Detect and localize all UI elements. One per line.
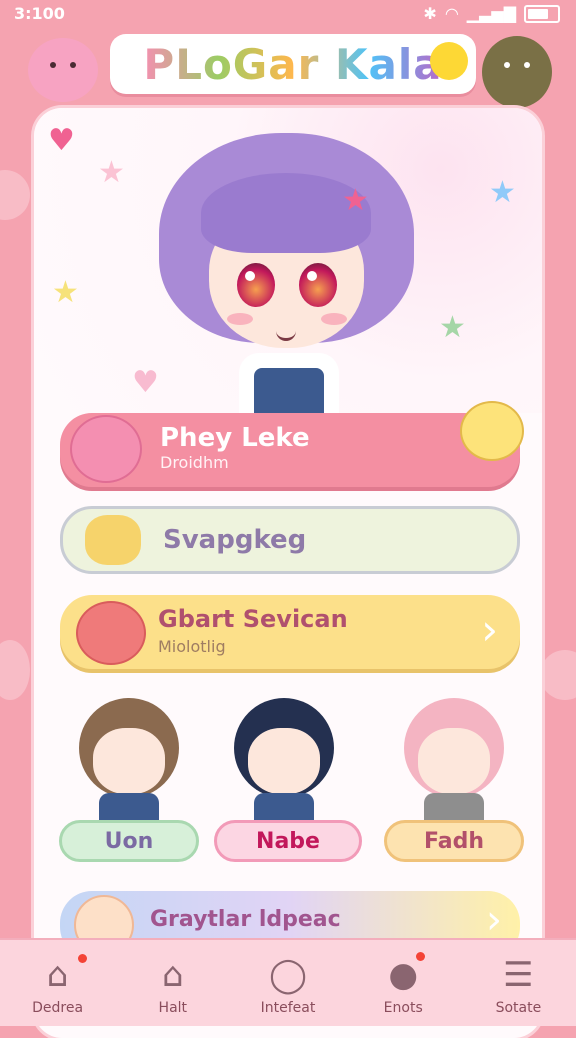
character-name-chip[interactable]: Fadh: [384, 820, 524, 862]
player-avatar: ★: [159, 113, 414, 423]
signal-icon: ▁▃▅▇: [466, 4, 516, 23]
tab-label: Dedrea: [32, 1000, 84, 1016]
profile-subtitle: Droidhm: [160, 453, 229, 472]
tab-home[interactable]: ⌂ Dedrea: [0, 940, 115, 1026]
status-icons: ✱ ◠ ▁▃▅▇: [423, 4, 560, 23]
character-name: Fadh: [424, 828, 484, 854]
profile-name: Phey Leke: [160, 423, 310, 453]
wifi-icon: ◠: [444, 4, 459, 23]
star-icon: ★: [489, 175, 516, 210]
character-face: [418, 728, 490, 794]
tab-enots[interactable]: ● Enots: [346, 940, 461, 1026]
bottom-tab-bar: ⌂ Dedrea ⌂ Halt ◯ Intefeat ● Enots ☰ Sot…: [0, 938, 576, 1026]
tab-label: Halt: [158, 1000, 188, 1016]
bg-bubble: [0, 170, 30, 220]
app-title: PLoGar Kala: [143, 39, 443, 89]
pink-cat-icon: [70, 415, 142, 483]
avatar-eye-left: [237, 263, 275, 307]
tab-intefeat[interactable]: ◯ Intefeat: [230, 940, 345, 1026]
character-name-chip[interactable]: Nabe: [214, 820, 362, 862]
character-name: Nabe: [256, 828, 320, 854]
star-icon: ★: [439, 310, 466, 345]
character-name-chip[interactable]: Uon: [59, 820, 199, 862]
gallery-label: Graytlar ldpeac: [150, 907, 341, 932]
chevron-right-icon: ›: [481, 605, 498, 654]
character-body: [99, 793, 159, 823]
notification-dot: [415, 952, 425, 961]
menu-icon: ☰: [503, 955, 534, 995]
start-row[interactable]: Gbart Sevican Miolotlig ›: [60, 595, 520, 669]
hero-area: ♥ ★ ★ ★ ★ ♥ ★: [34, 108, 542, 423]
heart-icon: ♥: [48, 123, 75, 158]
tab-label: Sotate: [495, 1000, 542, 1016]
status-bar: 3:100 ✱ ◠ ▁▃▅▇: [0, 0, 576, 30]
chevron-right-icon: ›: [486, 897, 502, 943]
brown-bear-mascot: [482, 36, 552, 108]
character-card[interactable]: Uon: [59, 698, 199, 878]
star-icon: ★: [98, 155, 125, 190]
avatar-eye-right: [299, 263, 337, 307]
tab-label: Intefeat: [260, 1000, 316, 1016]
avatar-blush: [227, 313, 253, 325]
character-name: Uon: [104, 828, 154, 854]
app-title-banner: PLoGar Kala: [110, 34, 476, 94]
search-label: Svapgkeg: [163, 525, 307, 555]
bluetooth-icon: ✱: [423, 4, 437, 23]
avatar-blush: [321, 313, 347, 325]
main-card: ♥ ★ ★ ★ ★ ♥ ★ Phey Leke Droidhm Svapgkeg…: [34, 108, 542, 1038]
star-icon: ★: [52, 275, 79, 310]
star-hairclip-icon: ★: [342, 183, 369, 218]
start-subtitle: Miolotlig: [158, 637, 226, 656]
search-row[interactable]: Svapgkeg: [60, 506, 520, 574]
pink-cat-mascot: [28, 38, 98, 102]
character-face: [93, 728, 165, 794]
tab-label: Enots: [383, 1000, 423, 1016]
chat-bubble-icon: ◯: [268, 955, 308, 995]
character-card[interactable]: Nabe: [214, 698, 362, 878]
start-title: Gbart Sevican: [158, 605, 348, 633]
house-search-icon: ⌂: [162, 955, 184, 995]
yellow-chick-icon: [430, 42, 468, 80]
character-face: [248, 728, 320, 794]
character-select: Uon Nabe Fadh: [54, 698, 524, 878]
creature-icon: ●: [388, 955, 419, 995]
bg-bubble: [540, 650, 576, 700]
red-creature-icon: [76, 601, 146, 665]
tab-sotate[interactable]: ☰ Sotate: [461, 940, 576, 1026]
heart-icon: ♥: [132, 365, 159, 400]
status-time: 3:100: [14, 4, 65, 23]
battery-icon: [524, 4, 560, 23]
tab-halt[interactable]: ⌂ Halt: [115, 940, 230, 1026]
yellow-bear-icon: [460, 401, 524, 461]
bg-bubble: [0, 640, 30, 700]
character-body: [424, 793, 484, 823]
notification-dot: [78, 954, 87, 963]
trumpet-icon: [85, 515, 141, 565]
character-body: [254, 793, 314, 823]
profile-row[interactable]: Phey Leke Droidhm: [60, 401, 524, 487]
character-card[interactable]: Fadh: [384, 698, 524, 878]
home-icon: ⌂: [46, 955, 69, 995]
